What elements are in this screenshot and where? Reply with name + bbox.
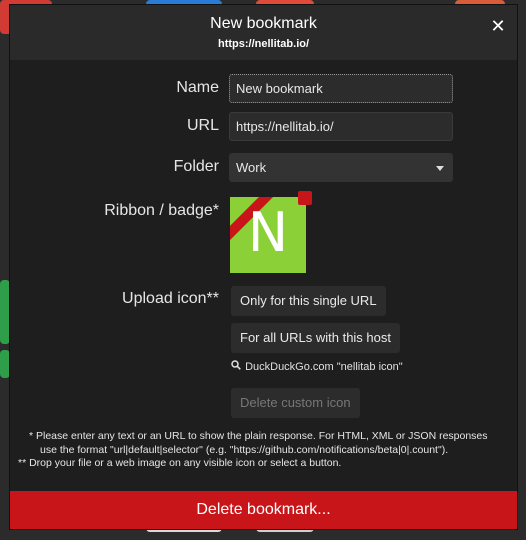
search-link-text: DuckDuckGo.com "nellitab icon" [245, 361, 403, 373]
bg-tile [0, 350, 10, 378]
url-label: URL [186, 117, 219, 134]
upload-label: Upload icon** [122, 290, 219, 307]
chevron-down-icon [436, 166, 444, 171]
bookmark-icon-preview[interactable]: N [230, 197, 306, 273]
note-line: use the format "url|default|selector" (e… [40, 443, 449, 456]
name-input[interactable] [229, 74, 453, 103]
dialog-title: New bookmark [210, 15, 317, 32]
name-label: Name [176, 79, 219, 96]
note-line: ** Drop your file or a web image on any … [18, 457, 342, 469]
dialog-header: New bookmark https://nellitab.io/ ✕ [10, 5, 517, 60]
dialog-url: https://nellitab.io/ [217, 38, 310, 50]
bg-tile [0, 280, 10, 344]
url-input[interactable] [229, 112, 453, 141]
close-icon[interactable]: ✕ [489, 17, 507, 35]
delete-bookmark-button[interactable]: Delete bookmark... [10, 491, 517, 529]
delete-custom-icon-button[interactable]: Delete custom icon [231, 388, 360, 418]
badge-letter: N [247, 201, 289, 264]
duckduckgo-search-link[interactable]: DuckDuckGo.com "nellitab icon" [231, 360, 403, 373]
badge-indicator[interactable] [298, 191, 312, 205]
upload-single-url-button[interactable]: Only for this single URL [231, 286, 386, 316]
help-notes: * Please enter any text or an URL to sho… [18, 430, 512, 471]
folder-select[interactable]: Work [229, 153, 453, 182]
ribbon-label: Ribbon / badge* [104, 202, 219, 219]
upload-all-urls-button[interactable]: For all URLs with this host [231, 323, 400, 353]
search-icon [231, 360, 242, 373]
bookmark-dialog: New bookmark https://nellitab.io/ ✕ Name… [10, 5, 517, 529]
note-line: * Please enter any text or an URL to sho… [29, 430, 488, 442]
folder-label: Folder [173, 158, 219, 175]
folder-value: Work [236, 160, 267, 175]
